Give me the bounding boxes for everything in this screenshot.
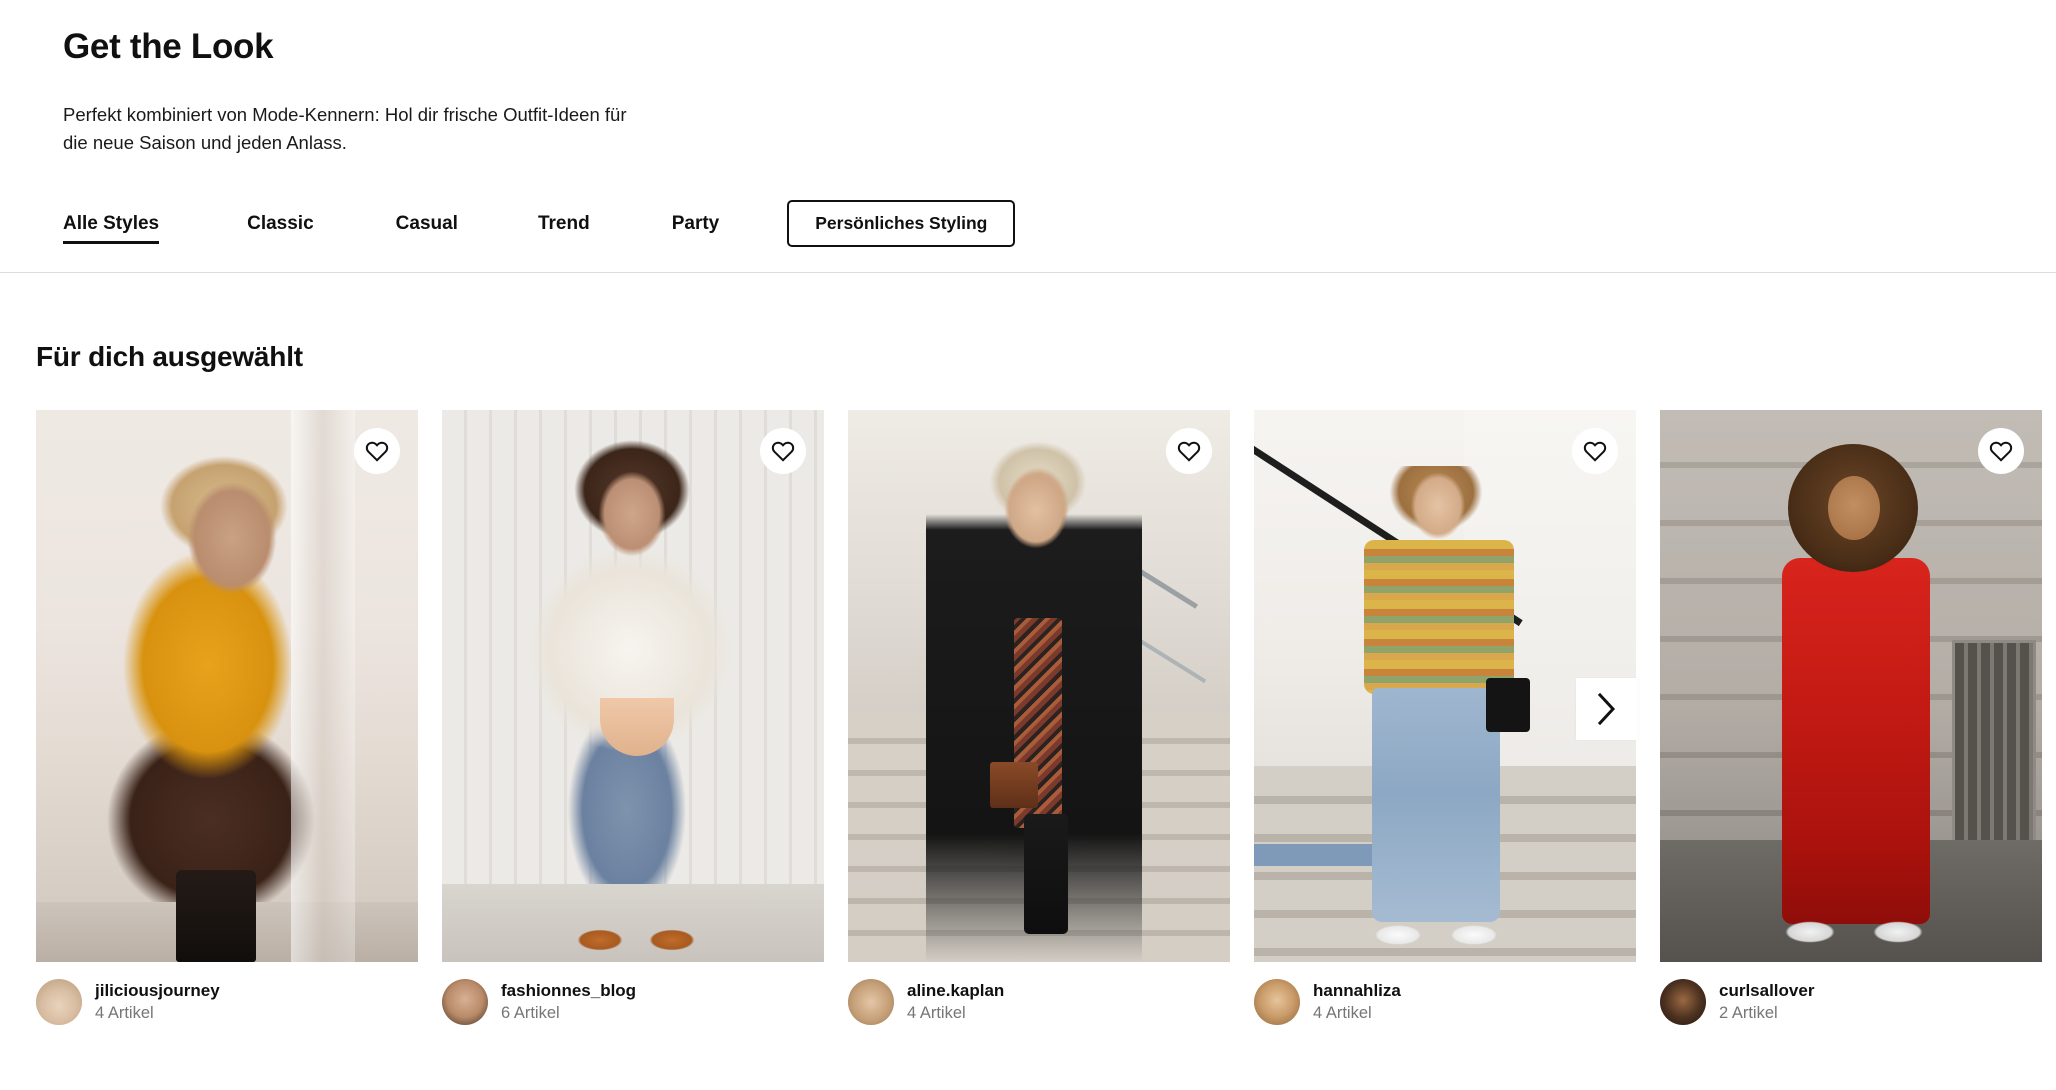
heart-icon	[365, 441, 389, 462]
avatar	[1254, 979, 1300, 1026]
look-author[interactable]: hannahliza 4 Artikel	[1254, 979, 1636, 1026]
handbag-detail	[1486, 678, 1530, 733]
avatar	[1660, 979, 1706, 1026]
heart-icon-button[interactable]	[354, 428, 400, 475]
outfit-image-red-dress	[1660, 410, 2042, 963]
chevron-right-icon	[1597, 693, 1616, 726]
personal-styling-button[interactable]: Persönliches Styling	[787, 200, 1016, 248]
author-username: curlsallover	[1719, 981, 1815, 1001]
striped-sweater-detail	[1364, 540, 1514, 695]
look-card[interactable]: curlsallover 2 Artikel	[1660, 410, 2042, 1026]
heart-icon-button[interactable]	[1978, 428, 2024, 475]
look-photo[interactable]	[848, 410, 1230, 963]
author-item-count: 6 Artikel	[501, 1004, 560, 1022]
carousel-next-button[interactable]	[1576, 678, 1638, 741]
heart-icon	[1989, 441, 2013, 462]
sandals-detail	[1780, 916, 1930, 947]
header-divider	[0, 272, 2056, 274]
author-username: aline.kaplan	[907, 981, 1005, 1001]
heart-icon-button[interactable]	[1572, 428, 1618, 475]
selected-for-you-section: Für dich ausgewählt jiliciousjourney 4 A…	[0, 341, 2056, 1026]
tab-trend[interactable]: Trend	[538, 214, 590, 244]
sneakers-detail	[1370, 920, 1502, 949]
look-card[interactable]: fashionnes_blog 6 Artikel	[442, 410, 824, 1026]
look-author[interactable]: curlsallover 2 Artikel	[1660, 979, 2042, 1026]
author-item-count: 4 Artikel	[907, 1004, 966, 1022]
author-item-count: 2 Artikel	[1719, 1004, 1778, 1022]
boots-detail	[176, 870, 256, 963]
heart-icon-button[interactable]	[1166, 428, 1212, 475]
looks-carousel[interactable]: jiliciousjourney 4 Artikel fashionnes_bl…	[36, 410, 2056, 1026]
model-face	[1828, 476, 1880, 541]
look-card[interactable]: jiliciousjourney 4 Artikel	[36, 410, 418, 1026]
look-photo[interactable]	[1660, 410, 2042, 963]
handbag-detail	[600, 698, 674, 757]
outfit-image-black-coat	[848, 410, 1230, 963]
avatar	[848, 979, 894, 1026]
avatar	[442, 979, 488, 1026]
flared-jeans-detail	[1372, 688, 1500, 923]
look-author[interactable]: aline.kaplan 4 Artikel	[848, 979, 1230, 1026]
hero-header: Get the Look Perfekt kombiniert von Mode…	[0, 0, 2056, 259]
look-author[interactable]: jiliciousjourney 4 Artikel	[36, 979, 418, 1026]
tab-party[interactable]: Party	[672, 214, 720, 244]
tab-casual[interactable]: Casual	[396, 214, 458, 244]
author-item-count: 4 Artikel	[1313, 1004, 1372, 1022]
handbag-detail	[990, 762, 1038, 809]
page-title: Get the Look	[63, 27, 274, 66]
look-author[interactable]: fashionnes_blog 6 Artikel	[442, 979, 824, 1026]
style-filter-tabs: Alle Styles Classic Casual Trend Party P…	[63, 199, 2056, 259]
section-title: Für dich ausgewählt	[36, 341, 303, 373]
tab-classic[interactable]: Classic	[247, 214, 314, 244]
page-subtitle: Perfekt kombiniert von Mode-Kennern: Hol…	[63, 104, 627, 154]
red-dress-detail	[1782, 558, 1930, 925]
tab-alle-styles[interactable]: Alle Styles	[63, 214, 160, 245]
heart-icon	[1583, 441, 1607, 462]
heart-icon-button[interactable]	[760, 428, 806, 475]
author-username: fashionnes_blog	[501, 981, 637, 1001]
outfit-image-white-cardigan	[442, 410, 824, 963]
avatar	[36, 979, 82, 1026]
look-photo[interactable]	[36, 410, 418, 963]
loafers-detail	[574, 924, 698, 955]
author-item-count: 4 Artikel	[95, 1004, 154, 1022]
author-username: hannahliza	[1313, 981, 1401, 1001]
look-photo[interactable]	[442, 410, 824, 963]
boots-detail	[1024, 814, 1068, 935]
heart-icon	[1177, 441, 1201, 462]
look-card[interactable]: aline.kaplan 4 Artikel	[848, 410, 1230, 1026]
heart-icon	[771, 441, 795, 462]
outfit-image-mustard-sweater	[36, 410, 418, 963]
author-username: jiliciousjourney	[95, 981, 220, 1001]
